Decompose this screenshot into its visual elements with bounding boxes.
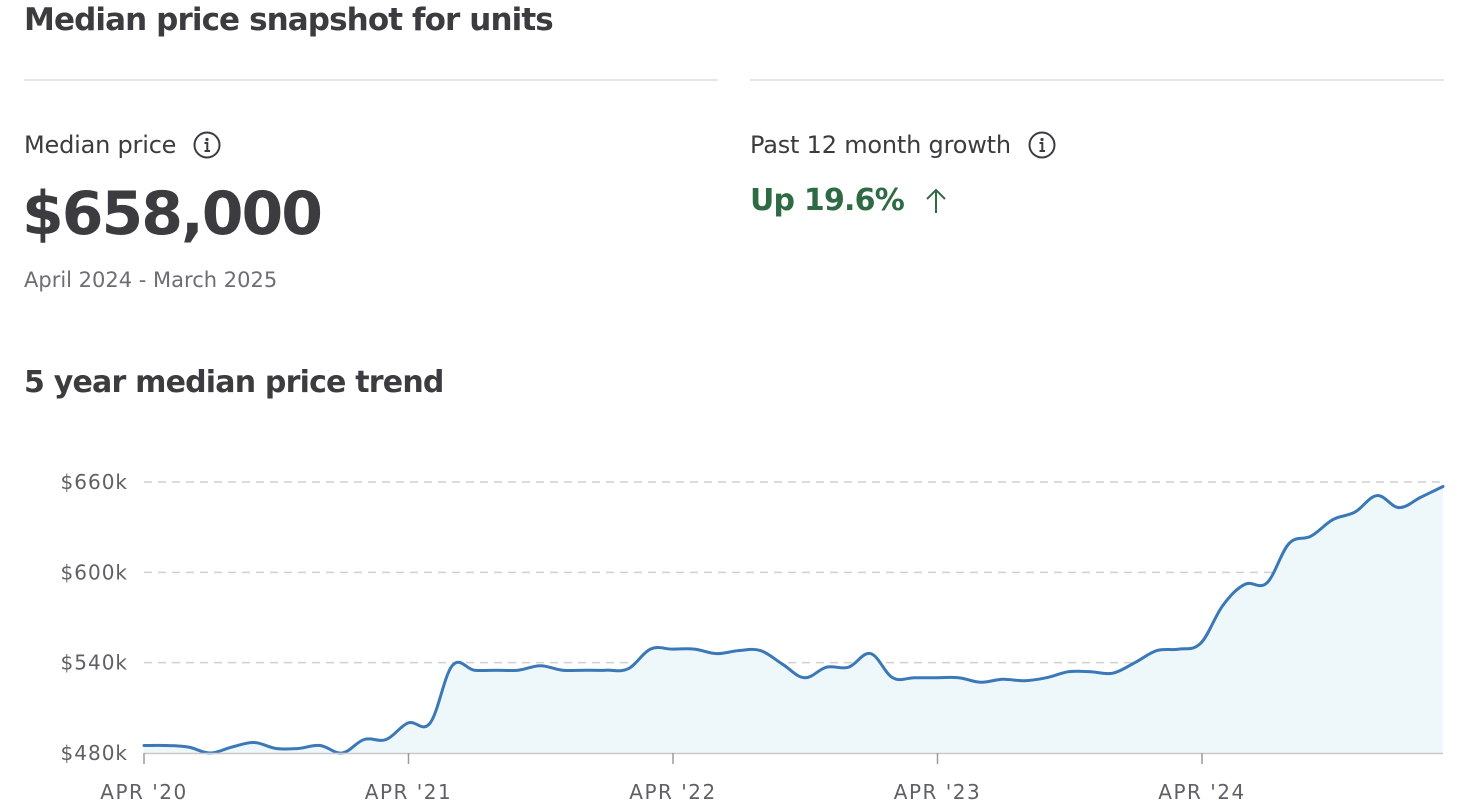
x-tick-label: APR '22 <box>629 780 716 804</box>
x-tick-label: APR '24 <box>1158 780 1245 804</box>
y-tick-label: $540k <box>61 651 128 675</box>
chart-x-tick-labels: APR '20 APR '21 APR '22 APR '23 APR '24 <box>100 780 1245 804</box>
x-tick-label: APR '20 <box>100 780 187 804</box>
x-tick-label: APR '23 <box>894 780 981 804</box>
x-tick-label: APR '21 <box>365 780 452 804</box>
y-tick-label: $660k <box>61 470 128 494</box>
chart-y-axis: $480k $540k $600k $660k <box>61 470 128 765</box>
page: Median price snapshot for units Median p… <box>0 0 1463 811</box>
price-trend-chart: $480k$540k$600k$660k APR '20 APR '21 APR '… <box>61 470 1445 804</box>
y-tick-label: $480k <box>61 741 128 765</box>
chart-x-axis <box>143 752 1443 764</box>
y-tick-label: $600k <box>61 560 128 584</box>
chart-area-fill <box>144 486 1443 754</box>
